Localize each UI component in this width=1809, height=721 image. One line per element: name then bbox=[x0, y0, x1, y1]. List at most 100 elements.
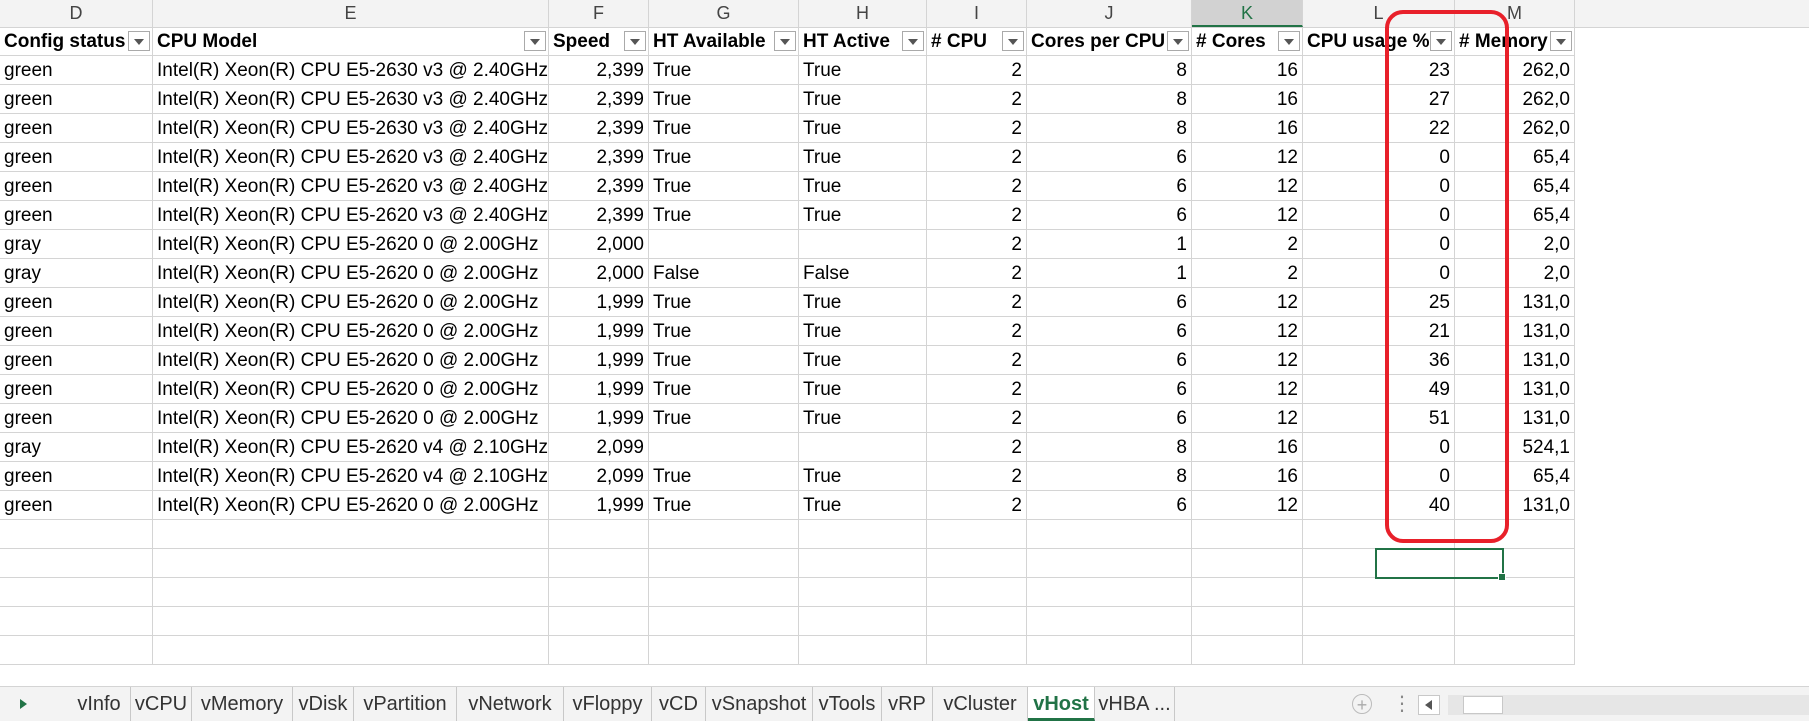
table-cell[interactable]: 1,999 bbox=[549, 288, 649, 317]
table-cell[interactable]: gray bbox=[0, 433, 153, 462]
sheet-tab-vhba[interactable]: vHBA ... bbox=[1095, 687, 1175, 721]
table-cell[interactable] bbox=[799, 433, 927, 462]
table-cell[interactable]: Intel(R) Xeon(R) CPU E5-2620 v4 @ 2.10GH… bbox=[153, 462, 549, 491]
table-cell[interactable]: green bbox=[0, 491, 153, 520]
table-cell[interactable]: 6 bbox=[1027, 172, 1192, 201]
table-cell[interactable]: True bbox=[799, 85, 927, 114]
table-cell[interactable]: green bbox=[0, 375, 153, 404]
filter-dropdown-icon[interactable] bbox=[524, 31, 546, 51]
table-cell[interactable]: green bbox=[0, 404, 153, 433]
table-cell[interactable]: True bbox=[799, 404, 927, 433]
table-cell[interactable]: 0 bbox=[1303, 143, 1455, 172]
table-cell[interactable]: Intel(R) Xeon(R) CPU E5-2620 v3 @ 2.40GH… bbox=[153, 143, 549, 172]
table-cell[interactable]: 2,399 bbox=[549, 85, 649, 114]
table-cell[interactable]: 12 bbox=[1192, 201, 1303, 230]
column-letter-e[interactable]: E bbox=[153, 0, 549, 27]
table-cell[interactable]: True bbox=[799, 172, 927, 201]
empty-cell[interactable] bbox=[1303, 578, 1455, 607]
table-cell[interactable]: Intel(R) Xeon(R) CPU E5-2630 v3 @ 2.40GH… bbox=[153, 114, 549, 143]
table-cell[interactable]: 6 bbox=[1027, 288, 1192, 317]
column-letter-i[interactable]: I bbox=[927, 0, 1027, 27]
table-cell[interactable]: 2,399 bbox=[549, 143, 649, 172]
empty-cell[interactable] bbox=[1455, 578, 1575, 607]
empty-cell[interactable] bbox=[649, 607, 799, 636]
more-options-icon[interactable]: ⋮ bbox=[1392, 691, 1412, 717]
filter-dropdown-icon[interactable] bbox=[902, 31, 924, 51]
table-cell[interactable]: 65,4 bbox=[1455, 201, 1575, 230]
table-cell[interactable]: 21 bbox=[1303, 317, 1455, 346]
column-letter-h[interactable]: H bbox=[799, 0, 927, 27]
table-cell[interactable]: True bbox=[799, 56, 927, 85]
table-cell[interactable]: Intel(R) Xeon(R) CPU E5-2620 0 @ 2.00GHz bbox=[153, 491, 549, 520]
table-cell[interactable]: 65,4 bbox=[1455, 462, 1575, 491]
empty-cell[interactable] bbox=[153, 607, 549, 636]
table-cell[interactable]: Intel(R) Xeon(R) CPU E5-2630 v3 @ 2.40GH… bbox=[153, 56, 549, 85]
table-cell[interactable]: 2 bbox=[927, 201, 1027, 230]
table-cell[interactable]: 2 bbox=[927, 230, 1027, 259]
table-cell[interactable]: 12 bbox=[1192, 288, 1303, 317]
table-cell[interactable]: 8 bbox=[1027, 56, 1192, 85]
empty-cell[interactable] bbox=[1027, 520, 1192, 549]
empty-cell[interactable] bbox=[0, 520, 153, 549]
table-cell[interactable]: True bbox=[649, 491, 799, 520]
empty-cell[interactable] bbox=[799, 520, 927, 549]
filter-dropdown-icon[interactable] bbox=[774, 31, 796, 51]
table-cell[interactable]: 16 bbox=[1192, 85, 1303, 114]
table-cell[interactable]: 2 bbox=[927, 404, 1027, 433]
table-cell[interactable]: 2,0 bbox=[1455, 259, 1575, 288]
empty-cell[interactable] bbox=[649, 636, 799, 665]
table-cell[interactable]: 131,0 bbox=[1455, 317, 1575, 346]
sheet-tab-vnetwork[interactable]: vNetwork bbox=[457, 687, 564, 721]
table-cell[interactable]: True bbox=[649, 462, 799, 491]
empty-cell[interactable] bbox=[1192, 520, 1303, 549]
table-cell[interactable]: 2 bbox=[927, 172, 1027, 201]
sheet-tab-vfloppy[interactable]: vFloppy bbox=[564, 687, 652, 721]
filter-dropdown-icon[interactable] bbox=[1278, 31, 1300, 51]
empty-cell[interactable] bbox=[0, 549, 153, 578]
table-cell[interactable]: 6 bbox=[1027, 375, 1192, 404]
table-cell[interactable]: green bbox=[0, 56, 153, 85]
table-cell[interactable]: Intel(R) Xeon(R) CPU E5-2630 v3 @ 2.40GH… bbox=[153, 85, 549, 114]
empty-cell[interactable] bbox=[1027, 578, 1192, 607]
table-cell[interactable]: 1,999 bbox=[549, 491, 649, 520]
table-cell[interactable]: 0 bbox=[1303, 433, 1455, 462]
sheet-tab-vsnapshot[interactable]: vSnapshot bbox=[706, 687, 813, 721]
empty-cell[interactable] bbox=[649, 578, 799, 607]
sheet-tab-vcd[interactable]: vCD bbox=[652, 687, 706, 721]
empty-cell[interactable] bbox=[153, 549, 549, 578]
table-cell[interactable]: True bbox=[799, 462, 927, 491]
table-cell[interactable]: True bbox=[799, 375, 927, 404]
table-cell[interactable]: 16 bbox=[1192, 433, 1303, 462]
table-cell[interactable]: 27 bbox=[1303, 85, 1455, 114]
sheet-tab-vpartition[interactable]: vPartition bbox=[354, 687, 457, 721]
table-cell[interactable]: True bbox=[799, 201, 927, 230]
empty-cell[interactable] bbox=[1027, 636, 1192, 665]
table-cell[interactable]: True bbox=[649, 375, 799, 404]
table-cell[interactable]: green bbox=[0, 288, 153, 317]
table-cell[interactable]: Intel(R) Xeon(R) CPU E5-2620 0 @ 2.00GHz bbox=[153, 317, 549, 346]
table-cell[interactable]: 1,999 bbox=[549, 317, 649, 346]
table-cell[interactable]: 6 bbox=[1027, 491, 1192, 520]
table-cell[interactable]: 6 bbox=[1027, 317, 1192, 346]
table-cell[interactable]: gray bbox=[0, 230, 153, 259]
table-cell[interactable]: 1,999 bbox=[549, 346, 649, 375]
table-cell[interactable]: 2,099 bbox=[549, 462, 649, 491]
table-cell[interactable]: True bbox=[799, 491, 927, 520]
empty-cell[interactable] bbox=[1455, 636, 1575, 665]
table-cell[interactable]: False bbox=[649, 259, 799, 288]
sheet-tab-vdisk[interactable]: vDisk bbox=[293, 687, 354, 721]
table-cell[interactable]: gray bbox=[0, 259, 153, 288]
table-cell[interactable]: 8 bbox=[1027, 433, 1192, 462]
table-cell[interactable]: 51 bbox=[1303, 404, 1455, 433]
empty-cell[interactable] bbox=[1455, 520, 1575, 549]
filter-dropdown-icon[interactable] bbox=[1550, 31, 1572, 51]
empty-cell[interactable] bbox=[1192, 607, 1303, 636]
empty-cell[interactable] bbox=[1027, 549, 1192, 578]
table-cell[interactable]: Intel(R) Xeon(R) CPU E5-2620 0 @ 2.00GHz bbox=[153, 346, 549, 375]
table-cell[interactable]: green bbox=[0, 462, 153, 491]
table-cell[interactable]: 12 bbox=[1192, 375, 1303, 404]
table-cell[interactable]: 131,0 bbox=[1455, 491, 1575, 520]
table-cell[interactable]: 131,0 bbox=[1455, 288, 1575, 317]
filter-dropdown-icon[interactable] bbox=[1167, 31, 1189, 51]
table-cell[interactable]: False bbox=[799, 259, 927, 288]
